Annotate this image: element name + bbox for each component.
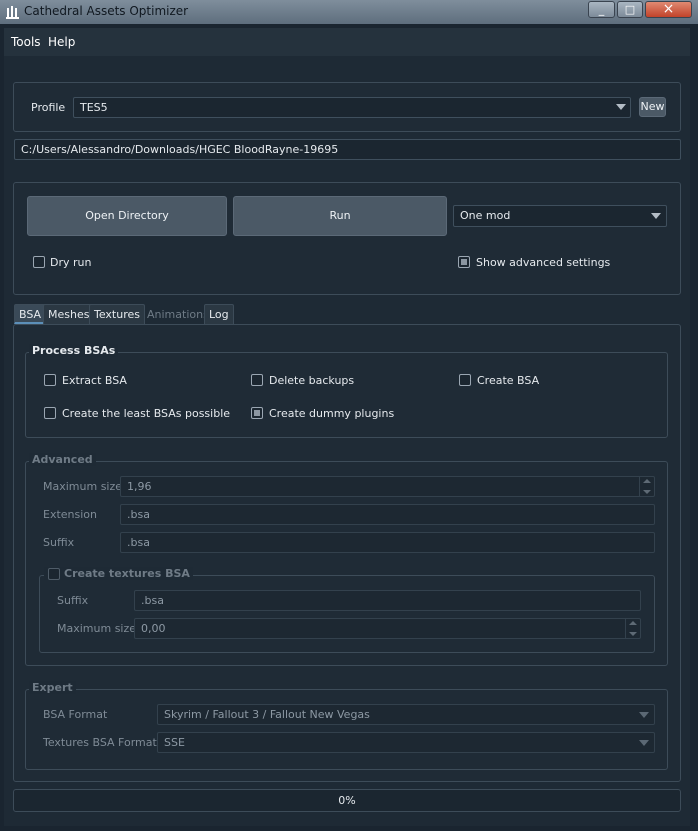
directory-path-value: C:/Users/Alessandro/Downloads/HGEC Blood… (21, 143, 339, 156)
expert-title: Expert (29, 681, 76, 694)
textures-max-size-value: 0,00 (141, 622, 166, 635)
show-advanced-label: Show advanced settings (476, 256, 611, 269)
bsa-format-label: BSA Format (43, 708, 108, 721)
bsa-format-value: Skyrim / Fallout 3 / Fallout New Vegas (164, 708, 370, 721)
extract-bsa-checkbox[interactable] (44, 374, 56, 386)
chevron-down-icon (651, 213, 661, 219)
max-size-spinbox[interactable]: 1,96 (120, 476, 655, 497)
textures-bsa-format-label: Textures BSA Format (43, 736, 157, 749)
textures-max-size-stepper-icon[interactable] (625, 619, 640, 638)
textures-suffix-label: Suffix (57, 594, 89, 607)
tab-textures[interactable]: Textures (89, 304, 145, 324)
close-icon: × (662, 1, 675, 17)
textures-bsa-format-value: SSE (164, 736, 185, 749)
textures-max-size-spinbox[interactable]: 0,00 (134, 618, 641, 639)
create-bsa-label: Create BSA (477, 374, 540, 387)
create-bsa-checkbox[interactable] (459, 374, 471, 386)
extension-input[interactable]: .bsa (120, 504, 655, 525)
cathedral-app-icon (6, 6, 19, 19)
process-bsas-group (25, 352, 668, 438)
delete-backups-label: Delete backups (269, 374, 355, 387)
maximize-button[interactable]: □ (617, 1, 643, 18)
textures-bsa-title: Create textures BSA (44, 567, 193, 580)
least-bsas-checkbox[interactable] (44, 407, 56, 419)
advanced-title: Advanced (29, 453, 96, 466)
expert-group (25, 689, 668, 770)
dummy-plugins-checkbox[interactable] (251, 407, 263, 419)
mode-select[interactable]: One mod (453, 205, 667, 227)
chevron-down-icon (639, 740, 649, 746)
chevron-down-icon (616, 104, 626, 110)
open-directory-button[interactable]: Open Directory (27, 196, 227, 236)
show-advanced-checkbox[interactable] (458, 256, 470, 268)
menu-help[interactable]: Help (48, 35, 75, 49)
extension-label: Extension (43, 508, 98, 521)
profile-label: Profile (31, 101, 66, 114)
mode-value: One mod (460, 209, 511, 222)
extension-value: .bsa (127, 508, 150, 521)
run-button[interactable]: Run (233, 196, 447, 236)
chevron-down-icon (639, 712, 649, 718)
new-profile-button[interactable]: New (639, 97, 666, 117)
textures-bsa-format-select[interactable]: SSE (157, 732, 655, 753)
suffix-label: Suffix (43, 536, 75, 549)
textures-max-size-label: Maximum size (57, 622, 137, 635)
max-size-label: Maximum size (43, 480, 123, 493)
menu-bar (4, 28, 690, 56)
progress-bar: 0% (13, 789, 681, 812)
menu-tools[interactable]: Tools (11, 35, 41, 49)
max-size-value: 1,96 (127, 480, 152, 493)
max-size-stepper-icon[interactable] (639, 477, 654, 496)
maximize-icon: □ (624, 3, 636, 16)
directory-path-input[interactable]: C:/Users/Alessandro/Downloads/HGEC Blood… (14, 139, 681, 160)
tab-meshes[interactable]: Meshes (43, 304, 95, 324)
delete-backups-checkbox[interactable] (251, 374, 263, 386)
least-bsas-label: Create the least BSAs possible (62, 407, 231, 420)
progress-text: 0% (338, 794, 356, 807)
extract-bsa-label: Extract BSA (62, 374, 127, 387)
minimize-button[interactable]: _ (588, 1, 615, 18)
bsa-format-select[interactable]: Skyrim / Fallout 3 / Fallout New Vegas (157, 704, 655, 725)
dry-run-label: Dry run (50, 256, 92, 269)
profile-value: TES5 (80, 101, 108, 114)
dummy-plugins-label: Create dummy plugins (269, 407, 395, 420)
profile-select[interactable]: TES5 (73, 97, 631, 118)
tab-log[interactable]: Log (204, 304, 234, 324)
textures-suffix-input[interactable]: .bsa (134, 590, 641, 611)
window-title: Cathedral Assets Optimizer (24, 4, 189, 18)
textures-bsa-checkbox[interactable] (48, 568, 60, 580)
suffix-input[interactable]: .bsa (120, 532, 655, 553)
textures-suffix-value: .bsa (141, 594, 164, 607)
textures-bsa-group (39, 575, 655, 653)
tab-bsa[interactable]: BSA (14, 304, 47, 324)
suffix-value: .bsa (127, 536, 150, 549)
dry-run-checkbox[interactable] (33, 256, 45, 268)
minimize-icon: _ (598, 3, 605, 16)
close-button[interactable]: × (645, 1, 692, 18)
process-bsas-title: Process BSAs (29, 344, 119, 357)
